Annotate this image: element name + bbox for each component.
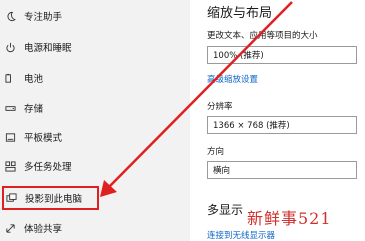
section-title-scale-layout: 缩放与布局 (207, 6, 273, 21)
orientation-label: 方向 (207, 147, 225, 157)
storage-icon (5, 103, 16, 114)
multitask-icon (5, 160, 16, 172)
nav-item-shared-experiences[interactable]: 体验共享 (0, 216, 190, 240)
nav-item-battery[interactable]: 电池 (0, 66, 190, 90)
orientation-select[interactable]: 横向 (207, 161, 357, 179)
nav-item-tablet-mode[interactable]: 平板模式 (0, 125, 190, 149)
nav-item-label: 平板模式 (24, 133, 63, 144)
settings-nav: 专注助手 电源和睡眠 电池 存储 平板模式 多任务处理 投影到此电脑 体验共享 (0, 0, 190, 241)
watermark: 新鲜事521 (247, 209, 332, 228)
advanced-scaling-link[interactable]: 高级缩放设置 (207, 73, 258, 85)
nav-item-label: 存储 (24, 104, 44, 115)
power-icon (5, 42, 16, 53)
resolution-select-value: 1366 × 768 (推荐) (213, 121, 290, 131)
shared-experience-icon (5, 223, 16, 234)
nav-item-label: 体验共享 (24, 224, 63, 235)
nav-item-label: 专注助手 (24, 12, 63, 23)
scale-label: 更改文本、应用等项目的大小 (207, 31, 318, 41)
section-title-multiple-displays: 多显示 (207, 203, 244, 217)
resolution-label: 分辨率 (207, 102, 233, 112)
nav-item-label: 投影到此电脑 (25, 194, 83, 205)
scale-select[interactable]: 100% (推荐) (207, 46, 357, 64)
nav-item-focus-assist[interactable]: 专注助手 (0, 4, 190, 28)
nav-item-storage[interactable]: 存储 (0, 96, 190, 120)
project-icon (6, 192, 17, 204)
nav-item-project-to-this-pc[interactable]: 投影到此电脑 (2, 186, 99, 210)
nav-item-label: 电源和睡眠 (24, 43, 72, 54)
nav-item-label: 多任务处理 (24, 162, 72, 173)
nav-item-multitasking[interactable]: 多任务处理 (0, 154, 190, 178)
moon-icon (5, 11, 16, 22)
orientation-select-value: 横向 (213, 166, 231, 176)
nav-item-power-sleep[interactable]: 电源和睡眠 (0, 35, 190, 59)
tablet-icon (5, 132, 16, 143)
nav-item-label: 电池 (24, 74, 44, 85)
battery-icon (5, 73, 16, 84)
connect-wireless-display-link[interactable]: 连接到无线显示器 (207, 229, 275, 241)
scale-select-value: 100% (推荐) (213, 51, 264, 61)
resolution-select[interactable]: 1366 × 768 (推荐) (207, 116, 357, 134)
